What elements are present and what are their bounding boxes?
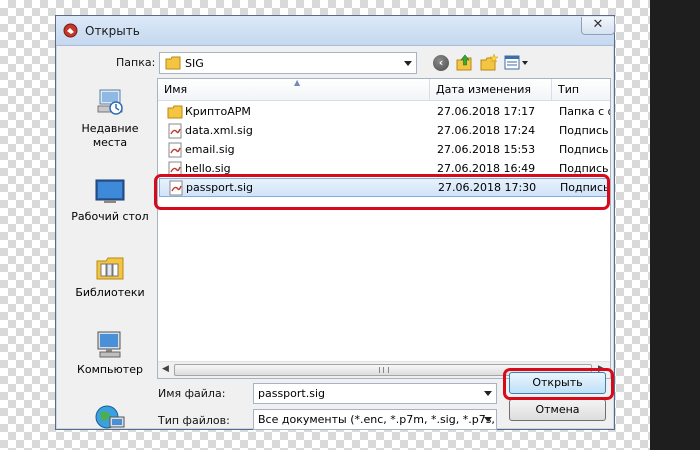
folder-icon bbox=[167, 105, 183, 119]
recent-places-icon bbox=[97, 89, 123, 115]
back-icon: ‹ bbox=[433, 55, 449, 71]
place-recent[interactable]: Недавние места bbox=[66, 86, 154, 156]
file-name: hello.sig bbox=[185, 162, 231, 175]
file-type: Подпись bbox=[559, 124, 609, 137]
place-libraries-label: Библиотеки bbox=[75, 286, 145, 299]
chevron-down-icon[interactable] bbox=[404, 61, 412, 66]
view-menu-button[interactable] bbox=[503, 53, 531, 73]
folder-label: Папка: bbox=[116, 56, 156, 69]
file-list[interactable]: ▲ Имя Дата изменения Тип КриптоАРМ 27.06… bbox=[157, 78, 611, 379]
new-folder-icon bbox=[480, 53, 499, 71]
file-date: 27.06.2018 17:17 bbox=[437, 105, 536, 118]
up-folder-icon bbox=[456, 54, 472, 71]
column-header-name[interactable]: ▲ Имя bbox=[158, 79, 430, 101]
libraries-icon bbox=[96, 257, 124, 280]
place-recent-label: Недавние места bbox=[81, 122, 139, 149]
scrollbar-grip-icon bbox=[379, 367, 389, 373]
file-row[interactable]: hello.sig 27.06.2018 16:49 Подпись bbox=[159, 160, 609, 179]
filetype-combobox[interactable]: Все документы (*.enc, *.p7m, *.sig, *.p7… bbox=[253, 409, 497, 430]
new-folder-button[interactable] bbox=[479, 53, 499, 73]
file-name: data.xml.sig bbox=[185, 124, 253, 137]
open-button[interactable]: Открыть bbox=[509, 372, 606, 394]
signature-file-icon bbox=[168, 142, 182, 158]
filename-value: passport.sig bbox=[258, 387, 325, 400]
desktop-icon bbox=[95, 179, 125, 203]
file-name: passport.sig bbox=[186, 181, 253, 194]
place-network[interactable] bbox=[66, 401, 154, 429]
cryptoarm-app-icon bbox=[63, 23, 78, 38]
file-name: email.sig bbox=[185, 143, 235, 156]
chevron-down-icon[interactable] bbox=[484, 391, 492, 396]
close-button[interactable]: ✕ bbox=[581, 17, 615, 35]
place-desktop[interactable]: Рабочий стол bbox=[66, 176, 154, 246]
file-row[interactable]: КриптоАРМ 27.06.2018 17:17 Папка с ф bbox=[159, 103, 610, 122]
place-libraries[interactable]: Библиотеки bbox=[66, 252, 154, 322]
file-name: КриптоАРМ bbox=[185, 105, 251, 118]
place-desktop-label: Рабочий стол bbox=[71, 210, 149, 223]
column-header-date-label: Дата изменения bbox=[436, 83, 531, 96]
signature-file-icon bbox=[168, 161, 182, 177]
column-header-name-label: Имя bbox=[164, 83, 188, 96]
file-row[interactable]: email.sig 27.06.2018 15:53 Подпись bbox=[159, 141, 609, 160]
view-menu-icon bbox=[504, 55, 528, 70]
dialog-title: Открыть bbox=[85, 24, 140, 38]
filetype-value: Все документы (*.enc, *.p7m, *.sig, *.p7… bbox=[258, 413, 497, 426]
places-bar: Недавние места Рабочий стол Библиотеки К… bbox=[66, 76, 154, 429]
file-type: Подпись bbox=[560, 181, 610, 194]
file-type: Подпись bbox=[559, 162, 609, 175]
background-dark-strip bbox=[650, 0, 700, 450]
signature-file-icon bbox=[168, 123, 182, 139]
sort-ascending-icon: ▲ bbox=[294, 78, 301, 87]
file-date: 27.06.2018 17:30 bbox=[438, 181, 537, 194]
back-button[interactable]: ‹ bbox=[431, 53, 451, 73]
place-computer[interactable]: Компьютер bbox=[66, 329, 154, 399]
file-row[interactable]: data.xml.sig 27.06.2018 17:24 Подпись bbox=[159, 122, 609, 141]
filetype-label: Тип файлов: bbox=[158, 414, 230, 427]
scroll-left-icon[interactable]: ◀ bbox=[162, 364, 169, 374]
folder-combobox[interactable]: SIG bbox=[159, 52, 417, 74]
file-date: 27.06.2018 17:24 bbox=[437, 124, 536, 137]
file-date: 27.06.2018 16:49 bbox=[437, 162, 536, 175]
network-icon bbox=[95, 405, 125, 429]
chevron-down-icon[interactable] bbox=[484, 417, 492, 422]
up-folder-button[interactable] bbox=[455, 53, 475, 73]
cancel-button[interactable]: Отмена bbox=[509, 399, 606, 421]
computer-icon bbox=[97, 331, 121, 358]
column-header-date[interactable]: Дата изменения bbox=[430, 79, 552, 101]
folder-icon bbox=[165, 56, 181, 70]
file-type: Папка с ф bbox=[559, 105, 610, 118]
column-header-type-label: Тип bbox=[558, 83, 580, 96]
signature-file-icon bbox=[169, 180, 183, 196]
close-icon: ✕ bbox=[592, 17, 604, 32]
filename-combobox[interactable]: passport.sig bbox=[253, 383, 497, 404]
column-header-type[interactable]: Тип bbox=[552, 79, 610, 101]
place-computer-label: Компьютер bbox=[77, 363, 143, 376]
open-file-dialog: Открыть ✕ Папка: SIG ‹ Недавние места Ра… bbox=[55, 15, 615, 430]
file-row-selected[interactable]: passport.sig 27.06.2018 17:30 Подпись bbox=[159, 178, 609, 197]
file-type: Подпись bbox=[559, 143, 609, 156]
title-bar[interactable]: Открыть ✕ bbox=[56, 16, 615, 46]
folder-value: SIG bbox=[185, 57, 204, 70]
file-date: 27.06.2018 15:53 bbox=[437, 143, 536, 156]
filename-label: Имя файла: bbox=[158, 387, 226, 400]
